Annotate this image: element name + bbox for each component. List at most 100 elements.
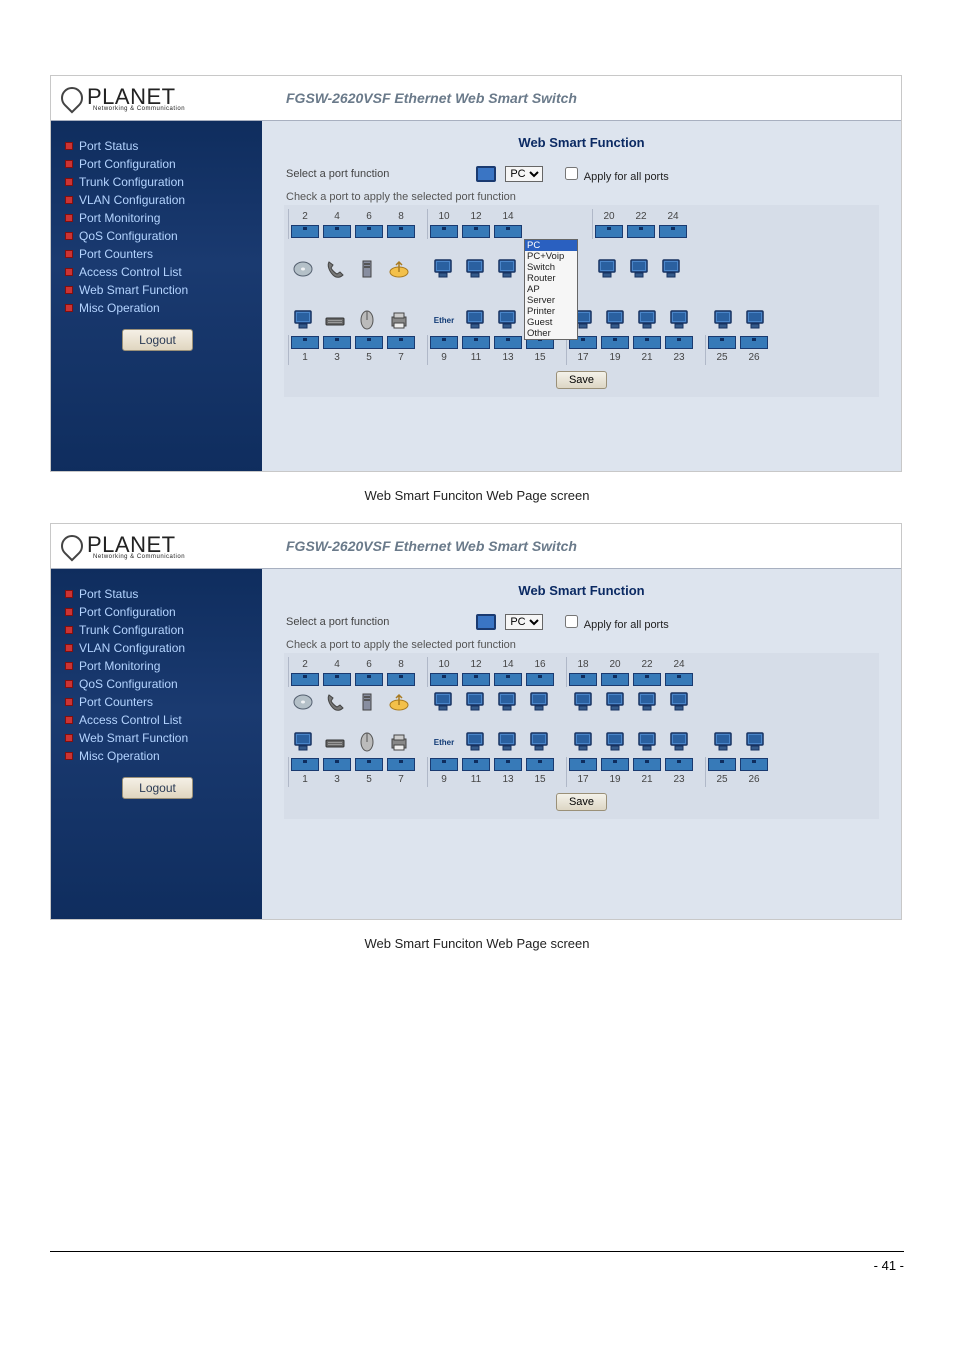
port-13-jack[interactable]	[494, 758, 522, 771]
port-19-jack[interactable]	[601, 336, 629, 349]
nav-port-counters[interactable]: Port Counters	[65, 695, 250, 709]
port-26-jack[interactable]	[740, 758, 768, 771]
port-23-jack[interactable]	[665, 336, 693, 349]
nav-misc-operation[interactable]: Misc Operation	[65, 749, 250, 763]
port-26-jack[interactable]	[740, 336, 768, 349]
port-10-jack[interactable]	[430, 225, 458, 238]
pc-icon	[664, 727, 696, 757]
nav-port-config[interactable]: Port Configuration	[65, 157, 250, 171]
brand-logo: PLANET Networking & Communication	[51, 76, 236, 120]
apply-all-ports-checkbox[interactable]: Apply for all ports	[561, 612, 668, 631]
nav-port-counters[interactable]: Port Counters	[65, 247, 250, 261]
port-12-jack[interactable]	[462, 225, 490, 238]
select-label: Select a port function	[286, 168, 389, 180]
port-3-jack[interactable]	[323, 336, 351, 349]
pc-icon	[632, 305, 664, 335]
select-label: Select a port function	[286, 616, 389, 628]
port-2-jack[interactable]	[291, 225, 319, 238]
nav-acl[interactable]: Access Control List	[65, 265, 250, 279]
nav-port-status[interactable]: Port Status	[65, 139, 250, 153]
port-10-jack[interactable]	[430, 673, 458, 686]
pc-icon	[632, 687, 664, 717]
nav-qos-config[interactable]: QoS Configuration	[65, 229, 250, 243]
product-title: FGSW-2620VSF Ethernet Web Smart Switch	[236, 524, 901, 568]
nav-misc-operation[interactable]: Misc Operation	[65, 301, 250, 315]
port-20-jack[interactable]	[601, 673, 629, 686]
nav-port-status[interactable]: Port Status	[65, 587, 250, 601]
check-port-label: Check a port to apply the selected port …	[286, 639, 877, 651]
port-14-jack[interactable]	[494, 225, 522, 238]
nav-port-config[interactable]: Port Configuration	[65, 605, 250, 619]
port-21-jack[interactable]	[633, 758, 661, 771]
port-20-jack[interactable]	[595, 225, 623, 238]
port-18-jack[interactable]	[569, 673, 597, 686]
port-16-jack[interactable]	[526, 673, 554, 686]
port-14-jack[interactable]	[494, 673, 522, 686]
port-9-jack[interactable]	[430, 758, 458, 771]
port-25-jack[interactable]	[708, 336, 736, 349]
nav-acl[interactable]: Access Control List	[65, 713, 250, 727]
nav-qos-config[interactable]: QoS Configuration	[65, 677, 250, 691]
router-icon	[384, 687, 416, 717]
port-4-jack[interactable]	[323, 673, 351, 686]
port-3-jack[interactable]	[323, 758, 351, 771]
port-function-select[interactable]: PC	[505, 166, 543, 182]
port-2-jack[interactable]	[291, 673, 319, 686]
nav-trunk-config[interactable]: Trunk Configuration	[65, 175, 250, 189]
port-1-jack[interactable]	[291, 758, 319, 771]
port-function-select[interactable]: PC	[505, 614, 543, 630]
port-5-jack[interactable]	[355, 758, 383, 771]
port-13-jack[interactable]	[494, 336, 522, 349]
pc-icon	[664, 305, 696, 335]
nav-web-smart-function[interactable]: Web Smart Function	[65, 731, 250, 745]
port-7-jack[interactable]	[387, 336, 415, 349]
router-icon	[384, 254, 416, 284]
port-11-jack[interactable]	[462, 336, 490, 349]
port-6-jack[interactable]	[355, 225, 383, 238]
save-button[interactable]: Save	[556, 793, 607, 811]
nav-port-monitoring[interactable]: Port Monitoring	[65, 211, 250, 225]
pc-icon	[600, 687, 632, 717]
main-panel: Web Smart Function Select a port functio…	[262, 569, 901, 920]
port-21-jack[interactable]	[633, 336, 661, 349]
port-12-jack[interactable]	[462, 673, 490, 686]
port-25-jack[interactable]	[708, 758, 736, 771]
tower-icon	[352, 254, 384, 284]
port-11-jack[interactable]	[462, 758, 490, 771]
pc-icon	[624, 254, 656, 284]
monitor-icon	[475, 613, 497, 631]
logout-button[interactable]: Logout	[122, 329, 193, 351]
port-22-jack[interactable]	[627, 225, 655, 238]
port-1-jack[interactable]	[291, 336, 319, 349]
pc-icon	[428, 254, 460, 284]
nav-trunk-config[interactable]: Trunk Configuration	[65, 623, 250, 637]
port-24-jack[interactable]	[659, 225, 687, 238]
port-function-dropdown-open[interactable]: PC PC+Voip Switch Router AP Server Print…	[524, 239, 578, 340]
port-24-jack[interactable]	[665, 673, 693, 686]
save-button[interactable]: Save	[556, 371, 607, 389]
brand-logo: PLANET Networking & Communication	[51, 524, 236, 568]
port-4-jack[interactable]	[323, 225, 351, 238]
nav-vlan-config[interactable]: VLAN Configuration	[65, 641, 250, 655]
pc-icon	[492, 687, 524, 717]
kb-icon	[320, 727, 352, 757]
pc-icon	[460, 254, 492, 284]
port-15-jack[interactable]	[526, 758, 554, 771]
port-17-jack[interactable]	[569, 758, 597, 771]
nav-vlan-config[interactable]: VLAN Configuration	[65, 193, 250, 207]
port-23-jack[interactable]	[665, 758, 693, 771]
port-8-jack[interactable]	[387, 225, 415, 238]
phone-icon	[320, 687, 352, 717]
port-5-jack[interactable]	[355, 336, 383, 349]
port-22-jack[interactable]	[633, 673, 661, 686]
pc-fiber-icon	[740, 727, 772, 757]
logout-button[interactable]: Logout	[122, 777, 193, 799]
port-7-jack[interactable]	[387, 758, 415, 771]
port-8-jack[interactable]	[387, 673, 415, 686]
nav-port-monitoring[interactable]: Port Monitoring	[65, 659, 250, 673]
port-6-jack[interactable]	[355, 673, 383, 686]
apply-all-ports-checkbox[interactable]: Apply for all ports	[561, 164, 668, 183]
port-19-jack[interactable]	[601, 758, 629, 771]
port-9-jack[interactable]	[430, 336, 458, 349]
nav-web-smart-function[interactable]: Web Smart Function	[65, 283, 250, 297]
